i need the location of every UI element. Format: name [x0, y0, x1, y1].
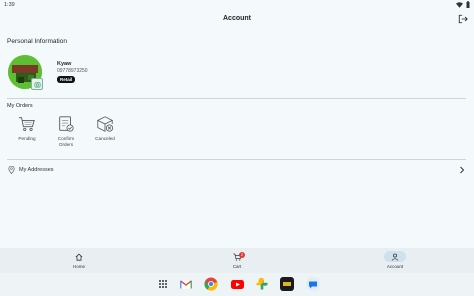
edit-photo-icon[interactable]	[31, 78, 43, 90]
cart-count-badge: 2	[239, 252, 245, 258]
order-pending[interactable]: Pending	[12, 115, 42, 142]
chrome-icon[interactable]	[204, 277, 218, 291]
customer-type-badge: Retail	[57, 76, 76, 83]
youtube-icon[interactable]	[230, 277, 244, 291]
nav-home-pill	[68, 251, 90, 262]
chevron-right-icon	[460, 166, 465, 174]
app-grid-icon[interactable]	[156, 277, 170, 291]
user-phone: 09778973250	[57, 68, 88, 74]
home-icon	[75, 253, 83, 261]
order-canceled-label: Canceled	[95, 136, 115, 141]
nav-cart-pill	[226, 251, 248, 262]
order-confirm[interactable]: Confirm Orders	[51, 115, 81, 148]
photos-icon[interactable]	[255, 277, 269, 291]
cancel-box-icon	[96, 116, 114, 132]
order-confirm-icon	[59, 116, 74, 132]
status-bar: 1:39	[0, 0, 474, 11]
my-orders-title: My Orders	[7, 103, 33, 109]
logout-icon[interactable]	[458, 14, 468, 24]
nav-account-label: Account	[386, 264, 404, 269]
order-canceled[interactable]: Canceled	[90, 115, 120, 142]
nav-home-label: Home	[72, 264, 85, 269]
divider	[7, 98, 466, 99]
status-time: 1:39	[4, 2, 15, 8]
cart-icon	[18, 117, 35, 131]
page-title: Account	[223, 15, 251, 22]
status-icons	[456, 1, 470, 8]
nav-account[interactable]: Account	[375, 251, 415, 269]
order-confirm-label: Confirm Orders	[57, 136, 75, 147]
location-pin-icon	[8, 166, 15, 174]
wifi-icon	[456, 1, 463, 8]
personal-info-title: Personal Information	[7, 38, 67, 45]
my-addresses-row[interactable]: My Addresses	[7, 163, 467, 177]
app-bar: Account	[0, 11, 474, 29]
person-icon	[391, 253, 399, 261]
nav-cart[interactable]: 2 Cart	[217, 251, 257, 269]
nav-account-pill	[384, 251, 406, 262]
nav-cart-label: Cart	[232, 264, 242, 269]
divider	[7, 159, 466, 160]
messages-icon[interactable]	[306, 277, 320, 291]
bottom-nav: Home 2 Cart Account	[0, 248, 474, 273]
nav-home[interactable]: Home	[59, 251, 99, 269]
order-pending-label: Pending	[18, 136, 36, 141]
system-taskbar	[0, 273, 474, 296]
app-icon[interactable]	[280, 277, 294, 291]
battery-icon	[466, 1, 470, 8]
gmail-icon[interactable]	[179, 277, 193, 291]
user-name: Kyaw	[57, 61, 72, 67]
my-addresses-label: My Addresses	[19, 167, 54, 173]
